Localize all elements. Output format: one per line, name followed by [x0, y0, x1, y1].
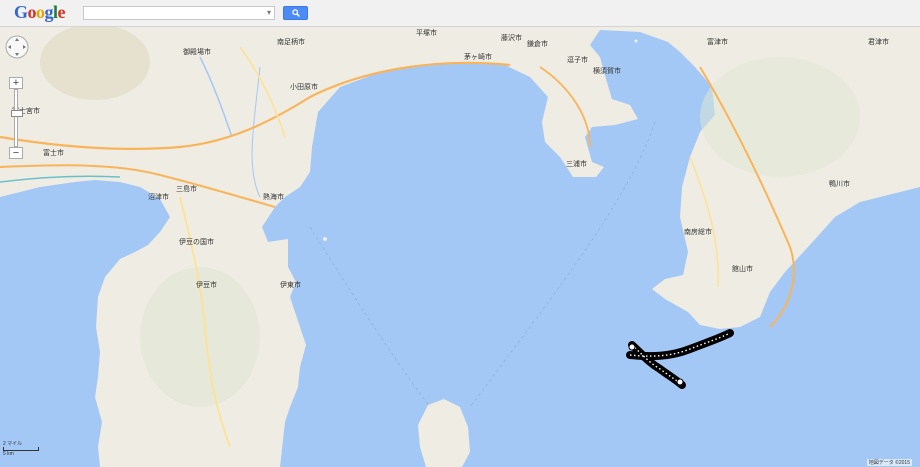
zoom-out-button[interactable]: − [9, 147, 23, 159]
place-label: 富津市 [707, 37, 728, 46]
zoom-control[interactable]: + − [9, 77, 23, 159]
place-label: 三浦市 [566, 159, 587, 168]
place-label: 南房総市 [684, 227, 712, 236]
scale-label-metric: 5 km [3, 451, 14, 457]
place-label: 君津市 [868, 37, 889, 46]
google-logo[interactable]: Google [14, 2, 66, 23]
logo-letter: e [57, 2, 66, 22]
top-bar: Google ▾ [0, 0, 920, 27]
small-island [634, 39, 638, 43]
search-input[interactable]: ▾ [83, 6, 275, 20]
search-button[interactable] [283, 6, 308, 20]
place-label: 小田原市 [290, 82, 318, 91]
place-label: 熱海市 [263, 192, 284, 201]
place-label: 鎌倉市 [527, 39, 548, 48]
logo-letter: o [27, 2, 37, 22]
place-label: 伊豆の国市 [179, 237, 214, 246]
place-label: 沼津市 [148, 192, 169, 201]
place-label: 藤沢市 [501, 33, 522, 42]
logo-letter: o [36, 2, 45, 22]
logo-letter: g [44, 2, 54, 22]
place-label: 南足柄市 [277, 37, 305, 46]
zoom-slider-handle[interactable] [11, 110, 23, 117]
search-icon [292, 9, 300, 17]
place-label: 三島市 [176, 184, 197, 193]
logo-letter: G [14, 2, 28, 22]
scale-bar: 2 マイル 5 km [3, 441, 39, 457]
terrain-mount-fuji [40, 27, 150, 100]
pan-control[interactable] [4, 34, 30, 60]
place-label: 茅ヶ崎市 [464, 52, 492, 61]
terrain-boso-hills [700, 57, 860, 177]
zoom-in-button[interactable]: + [9, 77, 23, 89]
map-attribution: 地図データ ©2015 [866, 459, 912, 466]
place-label: 伊豆市 [196, 280, 217, 289]
place-label: 富士市 [43, 148, 64, 157]
place-label: 横須賀市 [593, 66, 621, 75]
place-label: 鴨川市 [829, 179, 850, 188]
dropdown-caret-icon[interactable]: ▾ [267, 8, 271, 18]
place-label: 平塚市 [416, 28, 437, 37]
place-label: 館山市 [732, 264, 753, 273]
place-label: 伊東市 [280, 280, 301, 289]
small-island [323, 237, 327, 241]
place-label: 御殿場市 [183, 47, 211, 56]
map-canvas[interactable]: 南足柄市 御殿場市 平塚市 茅ヶ崎市 藤沢市 鎌倉市 逗子市 横須賀市 三浦市 … [0, 27, 920, 467]
place-label: 逗子市 [567, 55, 588, 64]
zoom-slider[interactable] [11, 89, 23, 147]
